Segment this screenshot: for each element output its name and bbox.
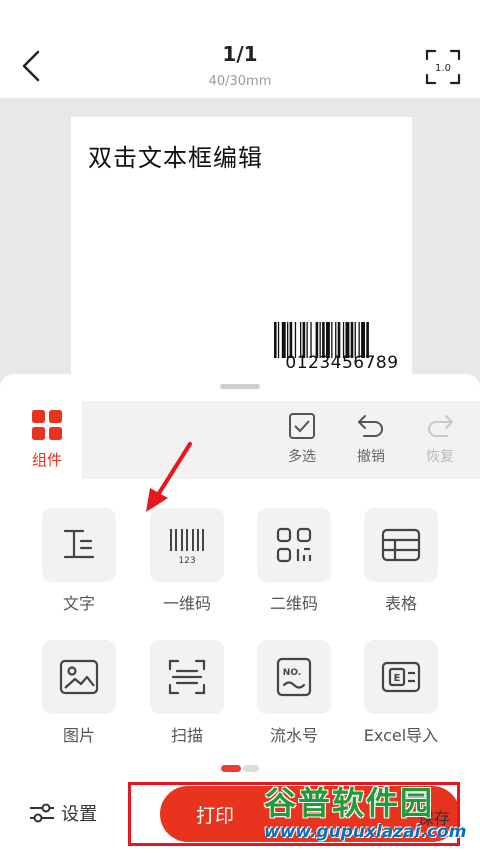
component-text[interactable]	[42, 508, 116, 582]
qrcode-icon	[276, 527, 312, 563]
component-qrcode-label: 二维码	[269, 594, 318, 613]
component-image[interactable]	[42, 640, 116, 714]
component-excel-import[interactable]: E	[364, 640, 438, 714]
svg-text:NO.: NO.	[283, 668, 301, 678]
component-excel-import-label: Excel导入	[363, 726, 439, 745]
zoom-value: 1.0	[435, 63, 451, 74]
scan-icon	[168, 659, 206, 695]
canvas-text-element[interactable]: 双击文本框编辑	[88, 138, 263, 173]
component-serial-number-label: 流水号	[269, 726, 318, 745]
annotation-arrow-icon	[146, 442, 192, 512]
table-icon	[381, 528, 421, 562]
tab-components-label: 组件	[32, 451, 63, 469]
watermark-url: www.gupuxlazai.com	[264, 822, 467, 842]
component-serial-number[interactable]: NO.	[257, 640, 331, 714]
barcode-icon: 123	[170, 529, 204, 566]
component-table[interactable]	[364, 508, 438, 582]
tab-components[interactable]: 组件	[0, 401, 82, 479]
multi-select-button[interactable]: 多选	[276, 412, 328, 466]
svg-text:E: E	[394, 673, 401, 684]
undo-label: 撤销	[357, 449, 385, 465]
page-indicator-active	[221, 765, 241, 772]
text-icon	[63, 529, 95, 559]
undo-button[interactable]: 撤销	[345, 412, 397, 466]
component-image-label: 图片	[62, 726, 95, 745]
svg-text:123: 123	[178, 556, 195, 566]
settings-sliders-icon	[30, 803, 54, 823]
panel-drag-handle[interactable]	[220, 384, 260, 389]
grid-icon	[32, 410, 62, 440]
zoom-fit-icon[interactable]: 1.0	[424, 48, 462, 86]
barcode-value: 0123456789	[285, 353, 399, 373]
image-icon	[59, 659, 99, 695]
page-indicator-inactive	[243, 765, 259, 772]
component-qrcode[interactable]	[257, 508, 331, 582]
multi-select-label: 多选	[288, 449, 316, 465]
redo-button[interactable]: 恢复	[414, 412, 466, 466]
redo-label: 恢复	[426, 449, 454, 465]
serial-number-icon: NO.	[276, 657, 312, 697]
checkbox-icon	[289, 413, 315, 439]
settings-label: 设置	[61, 804, 98, 825]
settings-button[interactable]: 设置	[28, 800, 97, 826]
component-barcode[interactable]: 123	[150, 508, 224, 582]
redo-icon	[428, 415, 453, 437]
watermark-brand: 谷普软件园	[264, 784, 435, 822]
component-text-label: 文字	[62, 594, 95, 613]
undo-icon	[358, 415, 383, 437]
component-table-label: 表格	[384, 594, 417, 613]
label-size: 40/30mm	[208, 74, 272, 89]
page-counter: 1/1	[222, 42, 258, 66]
component-scan[interactable]	[150, 640, 224, 714]
excel-import-icon: E	[381, 661, 421, 693]
component-barcode-label: 一维码	[162, 594, 211, 613]
component-scan-label: 扫描	[170, 726, 203, 745]
